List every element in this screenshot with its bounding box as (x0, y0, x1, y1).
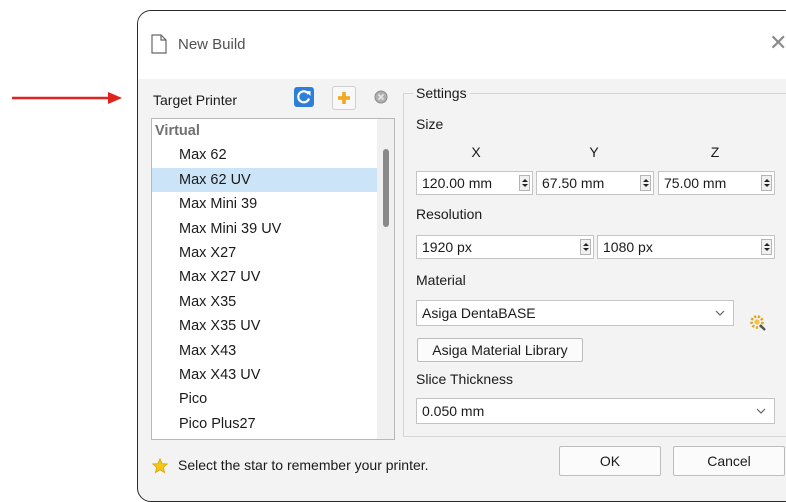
resolution-width-spin-buttons[interactable] (580, 239, 591, 255)
resolution-label: Resolution (416, 206, 483, 222)
size-x-spin-buttons[interactable] (519, 175, 530, 191)
resolution-width-input[interactable]: 1920 px (416, 235, 594, 259)
title-bar: New Build ✕ (138, 11, 786, 79)
printer-list-item[interactable]: Max X27 UV (152, 265, 377, 289)
printer-group-header[interactable]: Virtual (152, 119, 377, 143)
close-button[interactable]: ✕ (769, 32, 786, 54)
star-icon[interactable] (152, 458, 168, 474)
window-title: New Build (178, 36, 246, 53)
printer-list-item[interactable]: Max 62 (152, 143, 377, 167)
printer-list-item[interactable]: Max X43 UV (152, 363, 377, 387)
slice-thickness-label: Slice Thickness (416, 371, 514, 387)
resolution-height-input[interactable]: 1080 px (597, 235, 775, 259)
add-printer-icon (338, 92, 350, 104)
chevron-down-icon (756, 408, 766, 414)
refresh-printers-button[interactable] (293, 86, 315, 108)
size-y-spin-buttons[interactable] (640, 175, 651, 191)
resolution-height-spin-buttons[interactable] (761, 239, 772, 255)
printer-list[interactable]: Virtual Max 62 Max 62 UV Max Mini 39 Max Min… (151, 118, 395, 440)
ok-button[interactable]: OK (559, 446, 661, 476)
add-printer-button[interactable] (332, 86, 356, 110)
size-z-spin-buttons[interactable] (761, 175, 772, 191)
printer-list-item[interactable]: Max X43 (152, 339, 377, 363)
size-x-value: 120.00 mm (422, 175, 493, 191)
size-z-label: Z (710, 144, 720, 160)
document-icon (151, 34, 167, 54)
printer-list-item[interactable]: Max 62 UV (152, 167, 377, 193)
printer-list-item[interactable]: Max X27 (152, 241, 377, 265)
remember-printer-hint: Select the star to remember your printer… (178, 457, 429, 473)
slice-thickness-select[interactable]: 0.050 mm (416, 398, 775, 424)
refresh-icon (294, 87, 314, 107)
size-z-input[interactable]: 75.00 mm (658, 171, 775, 195)
remove-printer-icon (374, 90, 388, 104)
material-select[interactable]: Asiga DentaBASE (416, 300, 734, 326)
material-settings-button[interactable] (747, 312, 769, 334)
material-label: Material (416, 272, 466, 288)
slice-thickness-value: 0.050 mm (422, 403, 485, 419)
settings-legend: Settings (413, 85, 470, 101)
size-label: Size (416, 116, 444, 132)
size-y-label: Y (589, 144, 599, 160)
scrollbar-thumb[interactable] (383, 149, 389, 227)
material-gear-icon (750, 315, 766, 331)
material-library-button[interactable]: Asiga Material Library (417, 338, 583, 362)
cancel-button[interactable]: Cancel (673, 446, 785, 476)
size-y-value: 67.50 mm (542, 175, 605, 191)
printer-list-item[interactable]: Pico (152, 387, 377, 411)
chevron-down-icon (715, 310, 725, 316)
size-x-input[interactable]: 120.00 mm (416, 171, 533, 195)
printer-list-items: Virtual Max 62 Max 62 UV Max Mini 39 Max Min… (152, 119, 377, 436)
size-x-label: X (471, 144, 481, 160)
size-z-value: 75.00 mm (664, 175, 727, 191)
resolution-width-value: 1920 px (422, 239, 472, 255)
new-build-dialog: New Build ✕ Target Printer Virtual Max 62… (137, 10, 786, 502)
material-value: Asiga DentaBASE (422, 305, 536, 321)
target-printer-label: Target Printer (153, 92, 238, 108)
printer-list-item[interactable]: Pico Plus27 (152, 412, 377, 436)
resolution-height-value: 1080 px (603, 239, 653, 255)
remove-printer-button[interactable] (370, 86, 392, 108)
printer-list-item[interactable]: Max Mini 39 UV (152, 217, 377, 241)
printer-list-scrollbar[interactable] (377, 119, 394, 439)
size-y-input[interactable]: 67.50 mm (536, 171, 654, 195)
printer-list-item[interactable]: Max X35 (152, 290, 377, 314)
annotation-arrow (12, 92, 122, 104)
printer-list-item[interactable]: Max Mini 39 (152, 192, 377, 216)
printer-list-item[interactable]: Max X35 UV (152, 314, 377, 338)
